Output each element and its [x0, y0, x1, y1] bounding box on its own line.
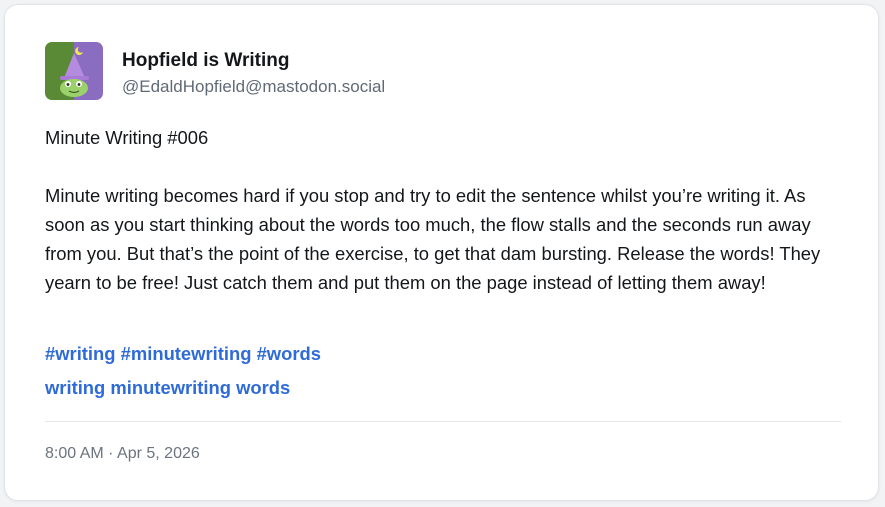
post-title-line: Minute Writing #006 — [45, 127, 209, 148]
author-display-name[interactable]: Hopfield is Writing — [122, 50, 289, 72]
post-content: Minute Writing #006 Minute writing becom… — [45, 123, 845, 297]
hashtag-link[interactable]: #minutewriting — [121, 343, 252, 364]
post-card: Hopfield is Writing @EdaldHopfield@masto… — [4, 4, 879, 501]
hashtag-link[interactable]: #words — [257, 343, 321, 364]
divider — [45, 421, 841, 422]
post-timestamp[interactable]: 8:00 AM · Apr 5, 2026 — [45, 445, 200, 463]
author-handle[interactable]: @EdaldHopfield@mastodon.social — [122, 77, 385, 97]
post-body: Minute writing becomes hard if you stop … — [45, 185, 821, 293]
tag-link[interactable]: words — [236, 377, 290, 398]
hashtag-link[interactable]: #writing — [45, 343, 116, 364]
frog-witch-avatar-icon — [45, 42, 103, 100]
tag-link[interactable]: writing — [45, 377, 105, 398]
tag-row: writing minutewriting words — [45, 377, 290, 399]
avatar[interactable] — [45, 42, 103, 100]
tag-link[interactable]: minutewriting — [110, 377, 231, 398]
hashtag-row: #writing #minutewriting #words — [45, 343, 321, 365]
